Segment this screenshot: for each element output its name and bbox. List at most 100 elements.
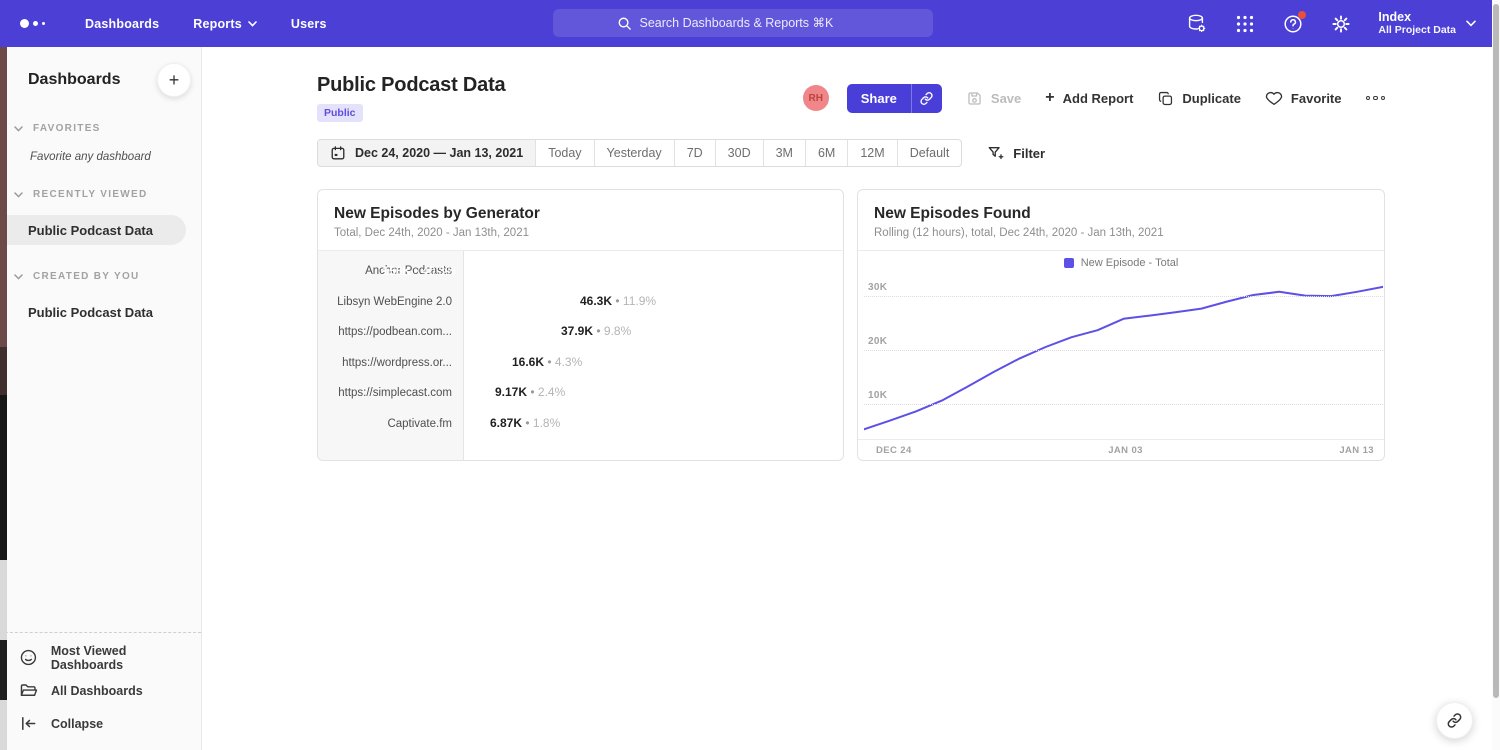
chevron-down-icon: [14, 274, 23, 280]
y-axis-tick: 10K: [868, 390, 887, 401]
bar-row[interactable]: Libsyn WebEngine 2.0 46.3K 11.9%: [318, 287, 843, 318]
section-created-by-you[interactable]: CREATED BY YOU: [0, 271, 201, 282]
gridline: [864, 350, 1383, 351]
bar-row[interactable]: https://simplecast.com 9.17K 2.4%: [318, 378, 843, 409]
notification-badge: [1298, 11, 1306, 19]
gridline: [864, 296, 1383, 297]
sidebar: Dashboards + FAVORITES Favorite any dash…: [0, 47, 202, 750]
favorite-button[interactable]: Favorite: [1265, 89, 1342, 107]
range-default[interactable]: Default: [897, 140, 962, 166]
range-yesterday[interactable]: Yesterday: [594, 140, 674, 166]
data-icon[interactable]: [1186, 13, 1208, 35]
top-nav: Dashboards Reports Users: [0, 0, 1500, 47]
card-new-episodes-found: New Episodes Found Rolling (12 hours), t…: [857, 189, 1385, 461]
line-chart: New Episode - Total 30K 20K 10K DEC 24 JAN…: [858, 251, 1384, 460]
y-axis-tick: 30K: [868, 282, 887, 293]
y-axis-tick: 20K: [868, 336, 887, 347]
bar-chart: Anchor Podcasts 156K 40.3% Libsyn WebEng…: [318, 251, 843, 460]
card-subtitle: Total, Dec 24th, 2020 - Jan 13th, 2021: [334, 227, 827, 239]
collapse-icon: [19, 714, 38, 733]
project-scope: All Project Data: [1378, 24, 1456, 37]
apps-grid-icon[interactable]: [1234, 13, 1256, 35]
save-icon: [966, 90, 983, 107]
legend-swatch: [1064, 258, 1074, 268]
search-input[interactable]: [640, 16, 870, 30]
nav-links: Dashboards Reports Users: [85, 17, 327, 31]
project-switcher[interactable]: Index All Project Data: [1378, 10, 1476, 37]
more-options-button[interactable]: [1366, 96, 1386, 101]
card-subtitle: Rolling (12 hours), total, Dec 24th, 202…: [874, 227, 1368, 239]
chevron-down-icon: [14, 126, 23, 132]
nav-link-dashboards[interactable]: Dashboards: [85, 17, 159, 31]
link-icon: [1446, 712, 1463, 729]
scrollbar-thumb[interactable]: [1493, 4, 1499, 698]
range-30d[interactable]: 30D: [715, 140, 763, 166]
date-range-control: Dec 24, 2020 — Jan 13, 2021 Today Yester…: [317, 139, 962, 167]
line-series: [864, 287, 1383, 429]
x-axis-tick: JAN 13: [1339, 445, 1374, 456]
search-icon: [617, 16, 632, 31]
duplicate-icon: [1157, 90, 1174, 107]
range-6m[interactable]: 6M: [805, 140, 847, 166]
avatar[interactable]: RH: [803, 85, 829, 111]
nav-link-users[interactable]: Users: [291, 17, 327, 31]
collapse-sidebar-button[interactable]: Collapse: [0, 707, 201, 740]
nav-right-icons: Index All Project Data: [1186, 0, 1476, 47]
bar-value: 156K 40.3%: [382, 264, 456, 278]
heart-icon: [1265, 89, 1283, 107]
section-favorites[interactable]: FAVORITES: [0, 123, 201, 134]
chart-legend[interactable]: New Episode - Total: [858, 251, 1384, 275]
chevron-down-icon: [14, 192, 23, 198]
save-button[interactable]: Save: [966, 90, 1021, 107]
share-link-button[interactable]: [912, 84, 942, 113]
project-name: Index: [1378, 10, 1456, 24]
bar-value: 16.6K 4.3%: [512, 355, 582, 369]
add-dashboard-button[interactable]: +: [157, 63, 191, 97]
legend-label: New Episode - Total: [1081, 257, 1179, 269]
x-axis-tick: DEC 24: [876, 445, 912, 456]
range-12m[interactable]: 12M: [847, 140, 896, 166]
filter-button[interactable]: Filter: [987, 145, 1045, 161]
sidebar-item-public-podcast-data[interactable]: Public Podcast Data: [0, 215, 186, 245]
chevron-down-icon: [248, 21, 257, 27]
section-recently-viewed[interactable]: RECENTLY VIEWED: [0, 189, 201, 200]
range-7d[interactable]: 7D: [674, 140, 715, 166]
plot-area[interactable]: 30K 20K 10K: [864, 275, 1383, 439]
folder-icon: [19, 681, 38, 700]
all-dashboards-button[interactable]: All Dashboards: [0, 674, 201, 707]
gridline: [864, 404, 1383, 405]
bar-row[interactable]: Anchor Podcasts 156K 40.3%: [318, 256, 843, 287]
share-link-fab[interactable]: [1436, 702, 1473, 739]
plus-icon: +: [1045, 90, 1054, 106]
public-badge: Public: [317, 104, 363, 122]
nav-link-reports[interactable]: Reports: [193, 17, 257, 31]
bar-row[interactable]: Captivate.fm 6.87K 1.8%: [318, 409, 843, 440]
range-3m[interactable]: 3M: [763, 140, 805, 166]
sidebar-item-public-podcast-data-created[interactable]: Public Podcast Data: [0, 297, 201, 327]
bar-value: 46.3K 11.9%: [580, 294, 656, 308]
card-title: New Episodes by Generator: [334, 205, 827, 223]
card-new-episodes-by-generator: New Episodes by Generator Total, Dec 24t…: [317, 189, 844, 461]
x-axis: DEC 24 JAN 03 JAN 13: [858, 439, 1384, 460]
range-today[interactable]: Today: [535, 140, 593, 166]
settings-icon[interactable]: [1330, 13, 1352, 35]
page-title: Public Podcast Data: [317, 74, 505, 97]
bar-row[interactable]: https://wordpress.or... 16.6K 4.3%: [318, 348, 843, 379]
date-range-picker[interactable]: Dec 24, 2020 — Jan 13, 2021: [318, 140, 535, 166]
calendar-icon: [330, 145, 346, 161]
header-actions: RH Share: [803, 84, 1385, 113]
help-icon[interactable]: [1282, 13, 1304, 35]
duplicate-button[interactable]: Duplicate: [1157, 90, 1241, 107]
share-button[interactable]: Share: [847, 84, 942, 113]
favorites-empty-note: Favorite any dashboard: [0, 151, 201, 163]
page-scrollbar[interactable]: [1492, 0, 1500, 750]
add-report-button[interactable]: + Add Report: [1045, 90, 1133, 106]
global-search[interactable]: [553, 9, 933, 37]
chevron-down-icon: [1466, 20, 1476, 27]
most-viewed-dashboards-button[interactable]: Most Viewed Dashboards: [0, 641, 201, 674]
bar-value: 6.87K 1.8%: [490, 416, 560, 430]
window-edge-strip: [0, 47, 7, 750]
bar-value: 9.17K 2.4%: [495, 385, 565, 399]
amplitude-dots-logo[interactable]: [20, 19, 45, 28]
bar-row[interactable]: https://podbean.com... 37.9K 9.8%: [318, 317, 843, 348]
